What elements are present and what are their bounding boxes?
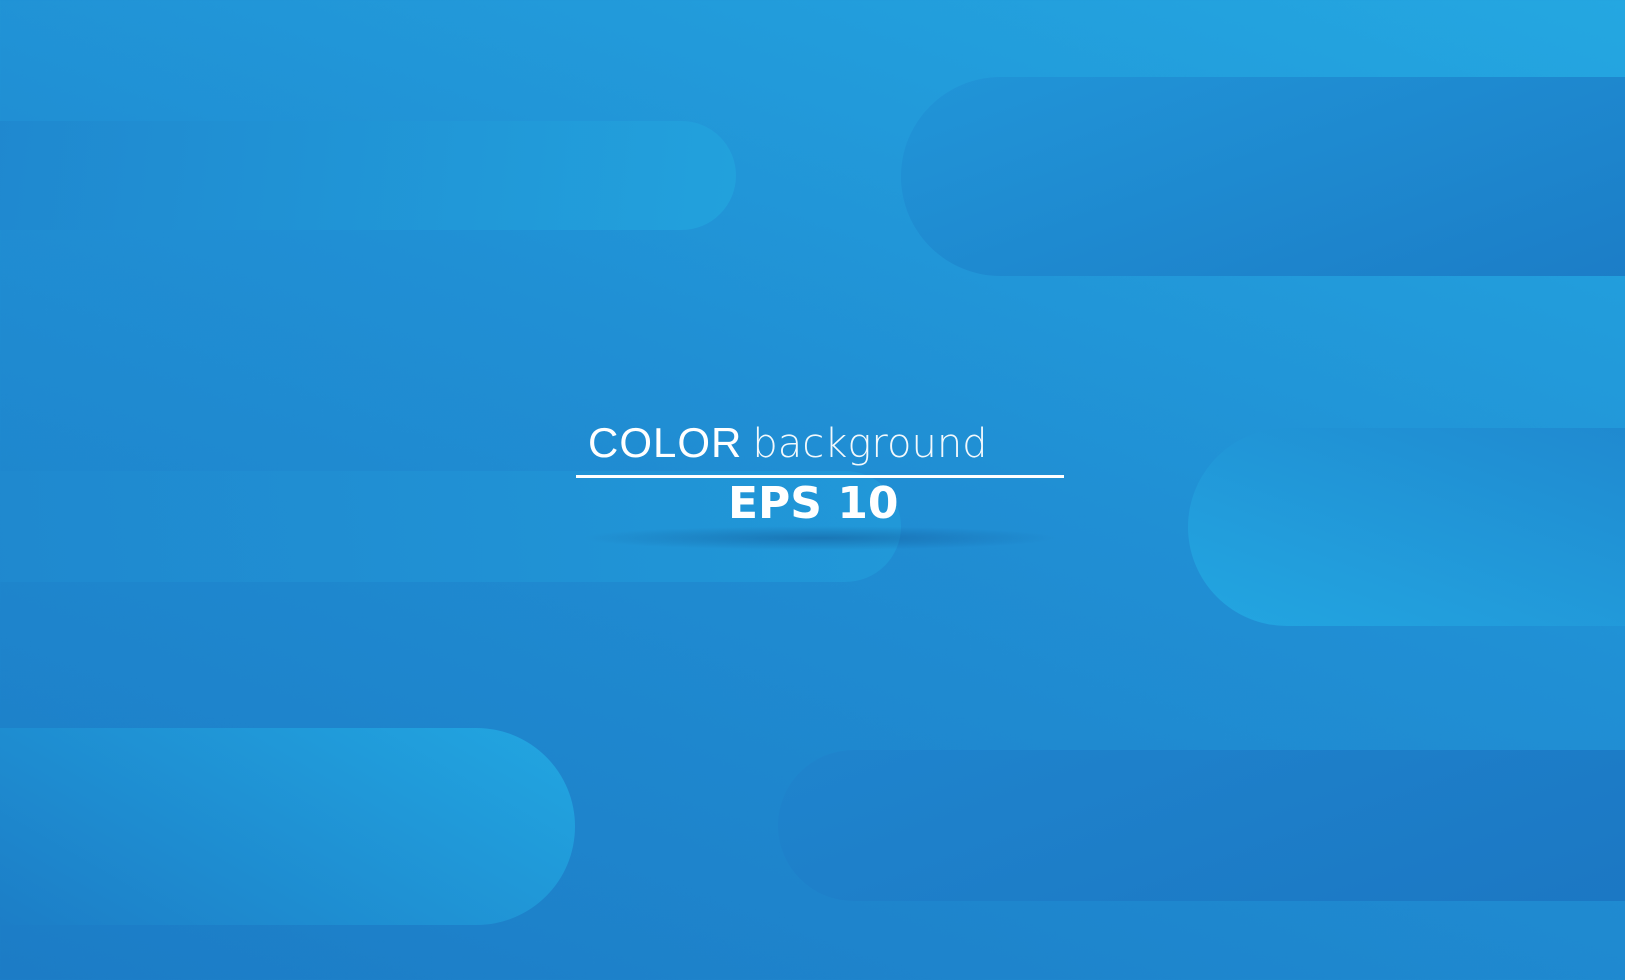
headline-light: background [752, 421, 988, 467]
decorative-pill-top-right [901, 77, 1625, 276]
decorative-pill-center-right [1188, 428, 1625, 626]
headline: COLOR background [588, 418, 988, 467]
headline-strong: COLOR [588, 419, 743, 466]
decorative-pill-top-left [0, 121, 736, 230]
text-shadow [580, 526, 1060, 550]
decorative-pill-bottom-right [778, 750, 1625, 901]
subheadline: EPS 10 [728, 478, 899, 529]
decorative-pill-bottom-left [0, 728, 575, 925]
